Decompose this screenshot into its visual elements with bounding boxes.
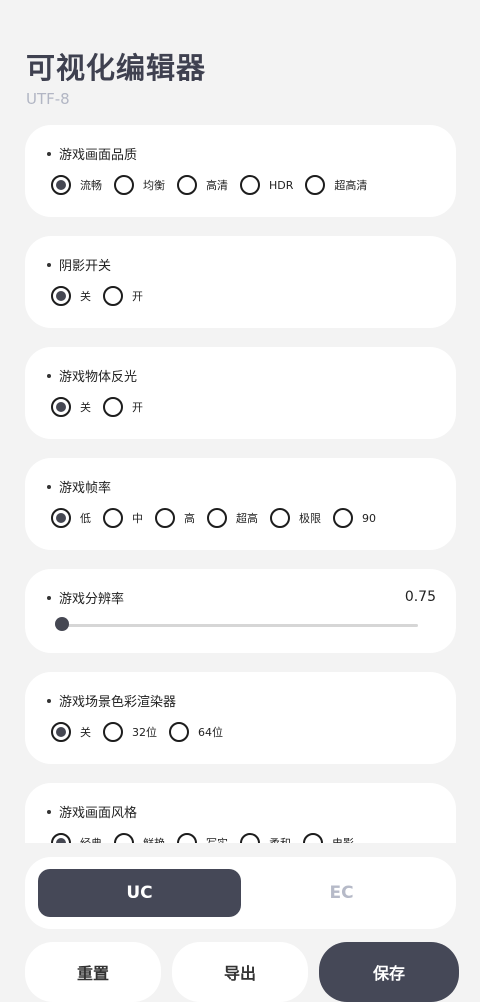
radio-option[interactable]: 柔和 [240,833,291,843]
bullet-icon [47,809,51,814]
radio-unchecked-icon[interactable] [207,508,227,528]
radio-option[interactable]: 开 [103,286,143,306]
radio-checked-icon[interactable] [51,397,71,417]
radio-unchecked-icon[interactable] [270,508,290,528]
radio-option[interactable]: 超高 [207,508,258,528]
radio-unchecked-icon[interactable] [177,833,197,843]
radio-option[interactable]: 中 [103,508,143,528]
radio-option[interactable]: 90 [333,508,376,528]
radio-group-reflection: 关 开 [51,397,155,417]
bullet-icon [47,373,51,378]
resolution-value: 0.75 [404,589,436,605]
setting-card-shadow: 阴影开关 关 开 [25,236,456,328]
radio-option[interactable]: 32位 [103,722,157,742]
reset-button[interactable]: 重置 [25,942,161,1002]
page-title: 可视化编辑器 [26,51,207,85]
header: 可视化编辑器 UTF-8 [26,48,206,108]
setting-label: 阴影开关 [47,255,111,274]
radio-option[interactable]: 经典 [51,833,102,843]
radio-option[interactable]: 高 [155,508,195,528]
radio-option[interactable]: 均衡 [114,175,165,195]
bullet-icon [47,262,51,267]
radio-unchecked-icon[interactable] [240,833,260,843]
mode-ec-button[interactable]: EC [240,869,443,917]
radio-unchecked-icon[interactable] [303,833,323,843]
radio-option[interactable]: 64位 [169,722,223,742]
save-button[interactable]: 保存 [319,942,459,1002]
setting-card-resolution: 游戏分辨率 0.75 [25,569,456,653]
setting-card-graphics-quality: 游戏画面品质 流畅 均衡 高清 HDR 超高清 [25,125,456,217]
radio-checked-icon[interactable] [51,286,71,306]
radio-unchecked-icon[interactable] [114,175,134,195]
radio-option[interactable]: 极限 [270,508,321,528]
setting-label: 游戏物体反光 [47,366,137,385]
radio-option[interactable]: 开 [103,397,143,417]
radio-checked-icon[interactable] [51,833,71,843]
setting-card-frame-rate: 游戏帧率 低 中 高 超高 极限 90 [25,458,456,550]
mode-selector: UC EC [25,857,456,929]
radio-option[interactable]: 流畅 [51,175,102,195]
radio-unchecked-icon[interactable] [103,286,123,306]
setting-label: 游戏场景色彩渲染器 [47,691,176,710]
radio-option[interactable]: HDR [240,175,293,195]
radio-unchecked-icon[interactable] [305,175,326,195]
radio-unchecked-icon[interactable] [333,508,353,528]
radio-unchecked-icon[interactable] [155,508,175,528]
radio-checked-icon[interactable] [51,722,71,742]
setting-card-reflection: 游戏物体反光 关 开 [25,347,456,439]
radio-checked-icon[interactable] [51,175,71,195]
settings-scroll-area[interactable]: 可视化编辑器 UTF-8 游戏画面品质 流畅 均衡 高清 HDR 超高清 阴影开… [0,0,480,843]
radio-unchecked-icon[interactable] [177,175,197,195]
radio-option[interactable]: 高清 [177,175,228,195]
setting-label: 游戏画面品质 [47,144,137,163]
radio-checked-icon[interactable] [51,508,71,528]
resolution-slider-thumb[interactable] [55,617,69,631]
radio-option[interactable]: 关 [51,286,91,306]
setting-label: 游戏分辨率 [47,588,124,607]
setting-label: 游戏画面风格 [47,802,137,821]
radio-unchecked-icon[interactable] [240,175,260,195]
radio-option[interactable]: 关 [51,397,91,417]
radio-group-frame-rate: 低 中 高 超高 极限 90 [51,508,388,528]
radio-group-graphics-quality: 流畅 均衡 高清 HDR 超高清 [51,175,379,195]
bullet-icon [47,698,51,703]
radio-unchecked-icon[interactable] [103,508,123,528]
radio-unchecked-icon[interactable] [114,833,134,843]
setting-card-visual-style: 游戏画面风格 经典 鲜艳 写实 柔和 电影 [25,783,456,843]
radio-unchecked-icon[interactable] [103,397,123,417]
mode-uc-button[interactable]: UC [38,869,241,917]
radio-group-visual-style: 经典 鲜艳 写实 柔和 电影 [51,833,366,843]
radio-option[interactable]: 关 [51,722,91,742]
bullet-icon [47,484,51,489]
radio-option[interactable]: 鲜艳 [114,833,165,843]
export-button[interactable]: 导出 [172,942,308,1002]
radio-group-color-renderer: 关 32位 64位 [51,722,235,742]
bullet-icon [47,595,51,600]
radio-group-shadow: 关 开 [51,286,155,306]
radio-option[interactable]: 低 [51,508,91,528]
radio-option[interactable]: 写实 [177,833,228,843]
radio-unchecked-icon[interactable] [169,722,189,742]
radio-unchecked-icon[interactable] [103,722,123,742]
radio-option[interactable]: 超高清 [305,175,367,195]
setting-label: 游戏帧率 [47,477,111,496]
setting-card-color-renderer: 游戏场景色彩渲染器 关 32位 64位 [25,672,456,764]
resolution-slider-track[interactable] [59,624,418,627]
radio-option[interactable]: 电影 [303,833,354,843]
bullet-icon [47,151,51,156]
encoding-subtitle: UTF-8 [26,90,70,108]
